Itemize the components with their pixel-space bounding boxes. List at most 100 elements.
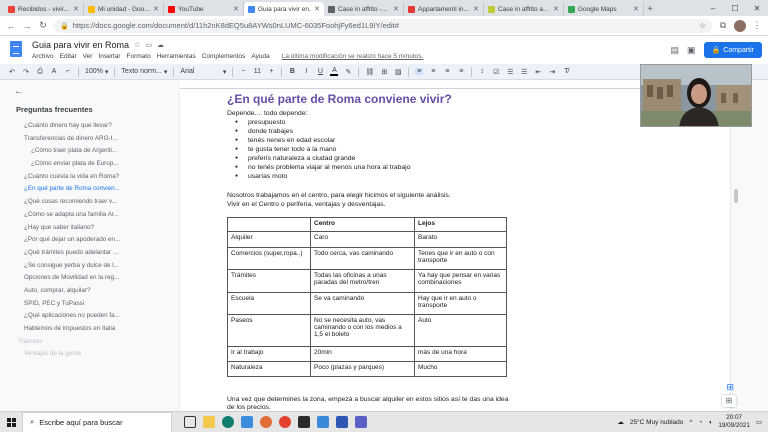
explore-button[interactable]: ⊞ — [722, 395, 736, 407]
outline-item[interactable]: ¿Cuánto dinero hay que llevar? — [0, 120, 176, 133]
close-window-icon[interactable]: ✕ — [746, 0, 768, 16]
menu-item[interactable]: Ayuda — [251, 53, 269, 60]
new-tab-button[interactable]: + — [644, 2, 656, 16]
file-explorer-icon[interactable] — [203, 416, 215, 428]
browser-tab[interactable]: Appartamenti in... ✕ — [404, 2, 484, 16]
menu-item[interactable]: Herramientas — [157, 53, 196, 60]
browser-menu-icon[interactable]: ⋮ — [752, 20, 762, 31]
outline-item[interactable]: SPID, PEC y TuPassi — [0, 298, 176, 311]
undo-icon[interactable]: ↶ — [8, 68, 16, 76]
volume-icon[interactable]: ◖ — [708, 419, 712, 426]
outline-item[interactable]: Trámites — [0, 336, 176, 349]
tab-close-icon[interactable]: ✕ — [473, 5, 479, 13]
clear-format-icon[interactable]: T̸ — [562, 68, 570, 75]
outline-item[interactable]: Transferencias de dinero ARG-I... — [0, 133, 176, 146]
notifications-icon[interactable]: ▭ — [756, 418, 762, 426]
extensions-icon[interactable]: ⧉ — [718, 20, 728, 31]
underline-icon[interactable]: U — [316, 68, 324, 75]
outline-item[interactable]: Opciones de Movilidad en la reg... — [0, 272, 176, 285]
scrollbar[interactable] — [734, 189, 738, 203]
maximize-icon[interactable]: ☐ — [724, 0, 746, 16]
text-color-icon[interactable]: A — [330, 67, 339, 76]
docs-logo-icon[interactable] — [10, 41, 22, 57]
decrease-size-icon[interactable]: − — [239, 68, 247, 75]
outline-item[interactable]: Hablemos de impuestos en Italia — [0, 323, 176, 336]
outline-item[interactable]: ¿Qué cosas recomiendo traer v... — [0, 196, 176, 209]
tab-close-icon[interactable]: ✕ — [233, 5, 239, 13]
outline-item[interactable]: Auto, comprar, alquilar? — [0, 285, 176, 298]
align-center-icon[interactable]: ≡ — [429, 68, 437, 75]
firefox-icon[interactable] — [260, 416, 272, 428]
outline-item[interactable]: ¿Cómo traer plata de Argenti... — [0, 145, 176, 158]
add-comment-icon[interactable]: ⊞ — [726, 382, 734, 393]
tab-close-icon[interactable]: ✕ — [633, 5, 639, 13]
outline-item[interactable]: Ventajas de la gente — [0, 348, 176, 361]
share-button[interactable]: 🔒 Compartir — [703, 42, 762, 58]
browser-tab[interactable]: Case in affitto a... ✕ — [484, 2, 564, 16]
italic-icon[interactable]: I — [302, 68, 310, 75]
menu-item[interactable]: Insertar — [98, 53, 120, 60]
menu-item[interactable]: Formato — [126, 53, 150, 60]
tab-close-icon[interactable]: ✕ — [73, 5, 79, 13]
comment-icon[interactable]: ⊞ — [380, 68, 388, 76]
document-title[interactable]: Guia para vivir en Roma — [32, 40, 129, 50]
outline-item[interactable]: ¿Cuánto cuesta la vida en Roma? — [0, 171, 176, 184]
back-icon[interactable]: ← — [6, 21, 16, 31]
taskbar-search-input[interactable]: ⌕ Escribe aquí para buscar — [22, 411, 172, 432]
browser-tab[interactable]: Recibidos - vivir... ✕ — [4, 2, 84, 16]
link-icon[interactable]: ⛓ — [365, 68, 374, 76]
highlight-icon[interactable]: ✎ — [344, 68, 352, 76]
app-icon[interactable] — [298, 416, 310, 428]
url-input[interactable]: 🔒 https://docs.google.com/document/d/11h… — [54, 18, 712, 33]
print-icon[interactable]: ⎙ — [36, 68, 44, 76]
app-icon[interactable] — [317, 416, 329, 428]
document-page[interactable]: ¿En qué parte de Roma conviene vivir? De… — [180, 89, 730, 411]
windows-start-icon[interactable] — [0, 412, 22, 432]
menu-item[interactable]: Editar — [60, 53, 77, 60]
numbered-list-icon[interactable]: ☰ — [520, 68, 528, 76]
spellcheck-icon[interactable]: A — [50, 68, 58, 75]
menu-item[interactable]: Ver — [83, 53, 93, 60]
justify-icon[interactable]: ≡ — [457, 68, 465, 75]
outline-title[interactable]: Preguntas frecuentes — [16, 105, 176, 114]
edge-icon[interactable] — [222, 416, 234, 428]
bulleted-list-icon[interactable]: ☰ — [506, 68, 514, 76]
style-select[interactable]: Texto norm... ▾ — [121, 68, 167, 76]
browser-tab[interactable]: Google Maps ✕ — [564, 2, 644, 16]
browser-tab[interactable]: Mi unidad - Goo... ✕ — [84, 2, 164, 16]
outline-item[interactable]: ¿Cómo se adapta una familia Ar... — [0, 209, 176, 222]
bookmark-star-icon[interactable]: ☆ — [699, 21, 706, 30]
menu-item[interactable]: Complementos — [202, 53, 246, 60]
reload-icon[interactable]: ↻ — [38, 20, 48, 31]
forward-icon[interactable]: → — [22, 21, 32, 31]
outline-item[interactable]: ¿En qué parte de Roma convien... — [0, 183, 176, 196]
tab-close-icon[interactable]: ✕ — [153, 5, 159, 13]
browser-tab[interactable]: Case in affitto -... ✕ — [324, 2, 404, 16]
redo-icon[interactable]: ↷ — [22, 68, 30, 76]
align-left-icon[interactable]: ≡ — [415, 68, 424, 75]
move-folder-icon[interactable]: ▭ — [145, 41, 152, 49]
tab-close-icon[interactable]: ✕ — [393, 5, 399, 13]
outline-item[interactable]: ¿Hay que saber italiano? — [0, 222, 176, 235]
outline-item[interactable]: ¿Qué trámites puedo adelantar ... — [0, 247, 176, 260]
align-right-icon[interactable]: ≡ — [443, 68, 451, 75]
outline-item[interactable]: ¿Por qué dejar un apoderado en... — [0, 234, 176, 247]
meet-icon[interactable]: ▣ — [687, 45, 696, 56]
decrease-indent-icon[interactable]: ⇤ — [534, 68, 542, 76]
cloud-status-icon[interactable]: ☁ — [157, 41, 164, 49]
checklist-icon[interactable]: ☑ — [492, 68, 500, 76]
font-size-input[interactable]: 11 — [253, 68, 261, 75]
minimize-icon[interactable]: – — [702, 0, 724, 16]
menu-item[interactable]: Archivo — [32, 53, 54, 60]
teams-icon[interactable] — [355, 416, 367, 428]
increase-indent-icon[interactable]: ⇥ — [548, 68, 556, 76]
clock[interactable]: 20:07 19/09/2021 — [718, 414, 750, 430]
browser-tab[interactable]: Guia para vivir en... ✕ — [244, 2, 324, 16]
outline-item[interactable]: ¿Qué aplicaciones no pueden fa... — [0, 310, 176, 323]
tray-arrow-icon[interactable]: ^ — [689, 419, 692, 426]
store-icon[interactable] — [241, 416, 253, 428]
weather-icon[interactable]: ☁ — [617, 418, 624, 426]
outline-item[interactable]: ¿Se consigue yerba y dulce de l... — [0, 260, 176, 273]
tab-close-icon[interactable]: ✕ — [314, 5, 320, 13]
paint-format-icon[interactable]: ⌐ — [64, 68, 72, 75]
